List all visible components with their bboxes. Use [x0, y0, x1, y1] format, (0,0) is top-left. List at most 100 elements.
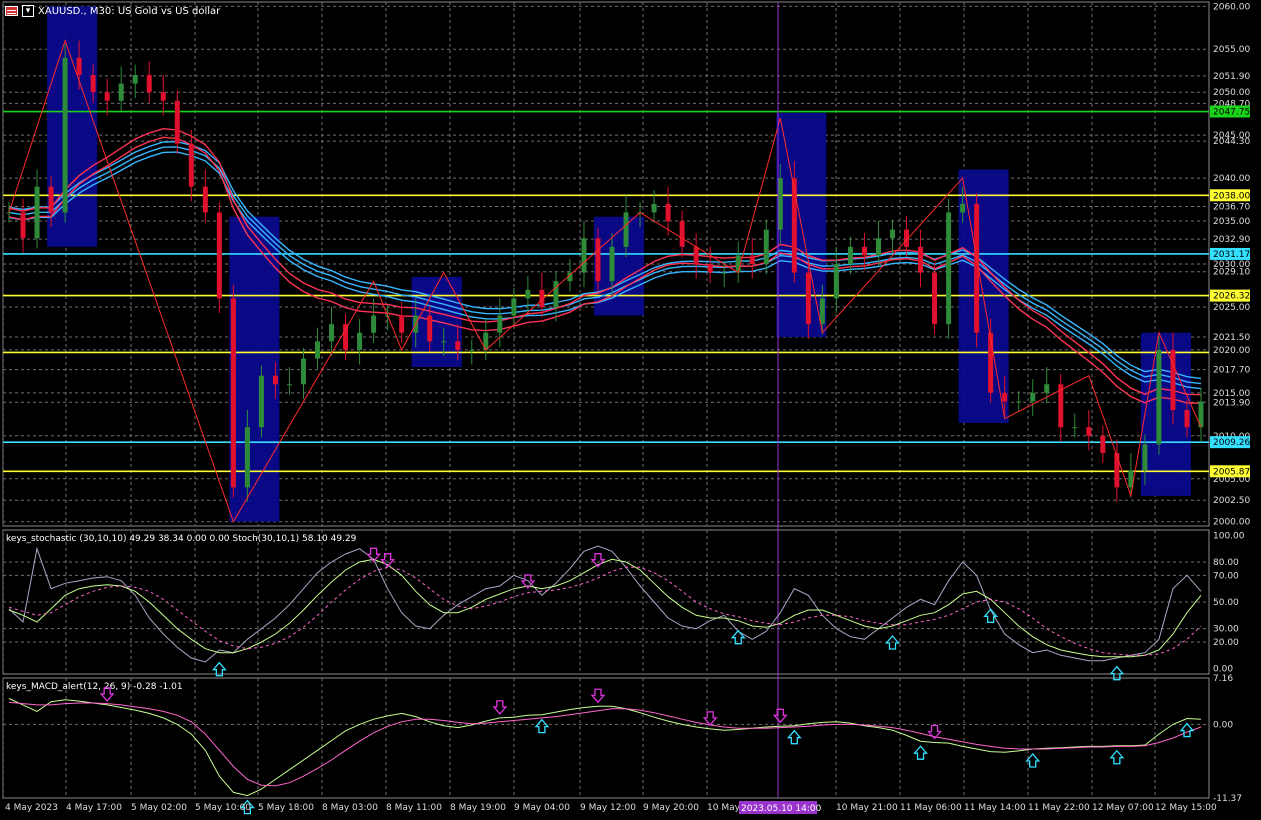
macd-sell-arrow [590, 688, 606, 704]
time-axis-label: 4 May 17:00 [66, 803, 122, 813]
candle-body [343, 324, 349, 350]
price-axis-label: 2044.30 [1213, 137, 1250, 147]
price-level-label: 2009.26 [1213, 438, 1250, 448]
candle-body [861, 246, 867, 256]
candle-body [1086, 427, 1092, 436]
candle-body [721, 272, 727, 274]
candle-body [497, 315, 503, 333]
macd-axis-label: 7.16 [1213, 674, 1233, 684]
price-axis-label: 2040.00 [1213, 174, 1250, 184]
candle-body [791, 178, 797, 273]
candle-body [174, 100, 180, 144]
time-axis-label: 9 May 12:00 [580, 803, 636, 813]
stochastic-axis-label: 80.00 [1213, 558, 1239, 568]
time-axis-label: 10 May [707, 803, 741, 813]
time-axis-label: 11 May 14:00 [964, 803, 1026, 813]
cursor-time-label: 2023.05.10 14:00 [741, 804, 822, 814]
candle-body [1114, 452, 1120, 488]
candle-body [160, 92, 166, 101]
candle-body [1030, 392, 1036, 402]
macd-sell-arrow [772, 708, 788, 724]
stochastic-buy-arrow [983, 608, 999, 623]
price-axis-label: 2029.10 [1213, 268, 1250, 278]
candle-body [455, 341, 461, 350]
macd-buy-arrow [1109, 749, 1125, 765]
time-axis-label: 9 May 20:00 [643, 803, 699, 813]
candle-body [188, 143, 194, 187]
candle-body [819, 298, 825, 325]
price-axis-label: 2050.00 [1213, 88, 1250, 98]
candle-body [693, 246, 699, 264]
candle-body [525, 289, 531, 299]
candle-body [763, 229, 769, 264]
candle-body [847, 246, 853, 264]
price-axis-label: 2017.70 [1213, 366, 1250, 376]
time-axis-label: 10 May 21:00 [836, 803, 898, 813]
price-axis-label: 2013.90 [1213, 398, 1250, 408]
candle-body [749, 255, 755, 264]
price-axis-label: 2002.50 [1213, 496, 1250, 506]
macd-buy-arrow [913, 745, 928, 760]
chart-window[interactable]: 2060.00 2055.00 2051.90 2050.00 2048.70 2045.… [0, 0, 1261, 816]
macd-sell-arrow [492, 700, 508, 715]
candle-body [833, 264, 839, 299]
candle-body [1002, 392, 1008, 402]
candle-body [932, 272, 938, 325]
time-axis-label: 8 May 19:00 [450, 803, 506, 813]
candle-body [595, 238, 601, 282]
time-axis-label: 5 May 18:00 [258, 803, 314, 813]
candle-body [427, 315, 433, 342]
candle-body [918, 246, 924, 273]
chart-canvas[interactable]: 2060.002055.002051.902050.002048.702045.… [0, 0, 1261, 816]
stochastic-axis-label: 20.00 [1213, 638, 1239, 648]
macd-signal-line [8, 701, 1202, 787]
candle-body [329, 324, 335, 342]
price-level-label: 2047.75 [1213, 108, 1250, 118]
candle-body [707, 264, 713, 273]
one-click-trading-icon[interactable]: ▾ [22, 5, 34, 17]
candle-body [511, 298, 517, 316]
price-axis-label: 2021.50 [1213, 333, 1250, 343]
candle-body [651, 203, 657, 213]
time-axis-label: 8 May 03:00 [322, 803, 378, 813]
macd-line [8, 698, 1202, 797]
candle-body [441, 341, 447, 343]
candle-body [272, 375, 278, 385]
chart-menu-icon[interactable] [5, 6, 18, 16]
candle-body [960, 203, 966, 213]
price-axis-label: 2035.00 [1213, 217, 1250, 227]
candle-body [300, 358, 306, 385]
stochastic-fast-line [8, 545, 1202, 663]
candle-body [623, 212, 629, 247]
supply-demand-zone [47, 6, 98, 247]
candle-body [889, 229, 895, 239]
candle-body [244, 427, 250, 488]
macd-sell-arrow [702, 711, 718, 726]
candle-body [1184, 410, 1190, 428]
macd-axis-label: 0.00 [1213, 720, 1233, 730]
macd-axis-label: -11.37 [1213, 794, 1242, 804]
candle-body [371, 315, 377, 333]
stochastic-title: keys_stochastic (30,10,10) 49.29 38.34 0… [6, 534, 357, 544]
candle-body [805, 272, 811, 325]
candle-body [146, 75, 152, 93]
time-axis-label: 12 May 15:00 [1155, 803, 1217, 813]
candle-body [777, 178, 783, 230]
candle-body [286, 384, 292, 386]
time-axis-label: 4 May 2023 [5, 803, 58, 813]
time-axis-label: 5 May 02:00 [131, 803, 187, 813]
price-axis-label: 2020.00 [1213, 346, 1250, 356]
candle-body [20, 212, 26, 239]
macd-title: keys_MACD_alert(12, 26, 9) -0.28 -1.01 [6, 682, 183, 692]
candle-body [118, 83, 124, 101]
price-axis-label: 2025.00 [1213, 303, 1250, 313]
candle-body [1142, 444, 1148, 471]
stochastic-axis-label: 70.00 [1213, 571, 1239, 581]
time-axis-label: 5 May 10:00 [195, 803, 251, 813]
stochastic-axis-label: 100.00 [1213, 531, 1245, 541]
time-axis-label: 9 May 04:00 [514, 803, 570, 813]
candle-body [90, 75, 96, 93]
candle-body [399, 315, 405, 333]
time-axis-label: 8 May 11:00 [386, 803, 442, 813]
candle-body [553, 281, 559, 307]
